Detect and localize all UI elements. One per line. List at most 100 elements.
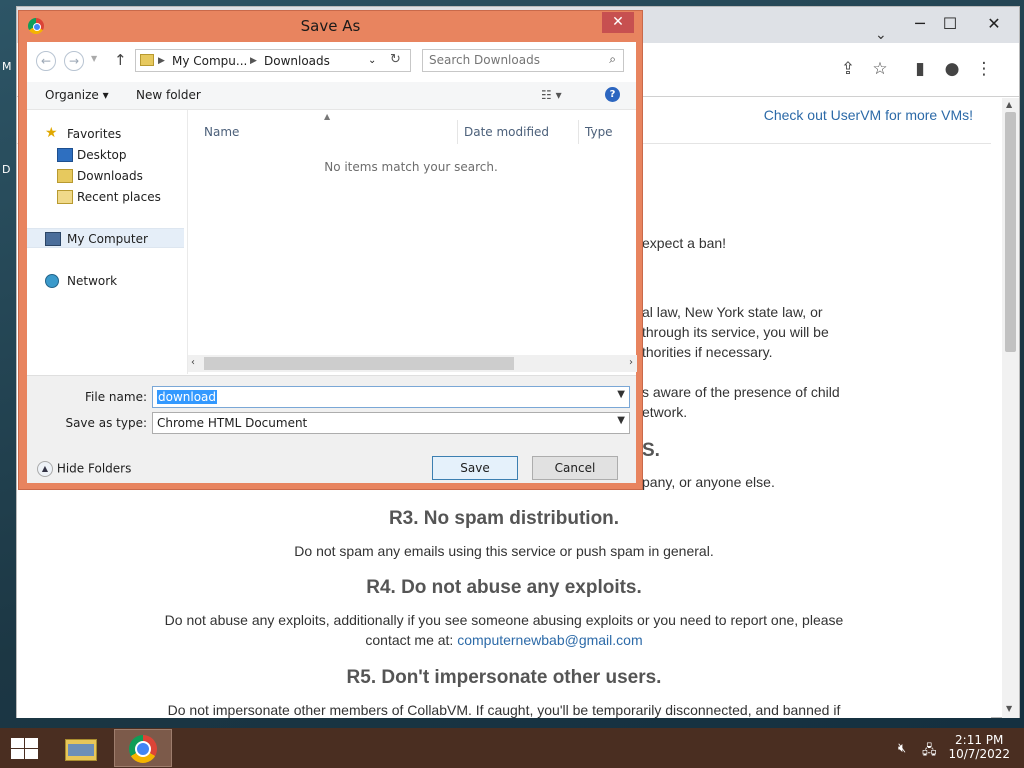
rule-text-r5: Do not impersonate other members of Coll… [167,702,841,718]
empty-message: No items match your search. [324,160,498,174]
horizontal-scrollbar[interactable]: ‹ › [188,355,637,372]
save-as-dialog: Save As ✕ ← → ▼ ↑ ▶ My Compu... ▶ Downlo… [18,10,643,490]
rule-text: etwork. [642,404,688,420]
dialog-body: ← → ▼ ↑ ▶ My Compu... ▶ Downloads ⌄ ↻ ⌕ … [27,42,637,483]
breadcrumb-downloads[interactable]: Downloads [264,54,330,68]
network-status-icon[interactable]: 🖧︎ [922,741,937,763]
rule-text: expect a ban! [642,235,727,251]
dialog-title: Save As [300,17,361,35]
column-divider[interactable] [457,120,458,144]
share-icon[interactable]: ⇪ [836,57,860,81]
address-bar[interactable]: ▶ My Compu... ▶ Downloads ⌄ ↻ [135,49,411,72]
menu-icon[interactable]: ⋮ [972,57,996,81]
rule-text-r3: Do not spam any emails using this servic… [294,543,714,559]
chevron-down-icon[interactable]: ▼ [617,389,625,400]
save-as-type-label: Save as type: [65,416,147,430]
nav-downloads[interactable]: Downloads [27,166,184,186]
side-panel-icon[interactable]: ▮ [908,57,932,81]
recent-places-icon [57,190,73,204]
clock[interactable]: 2:11 PM 10/7/2022 [948,733,1010,761]
scroll-left-icon[interactable]: ‹ [191,357,195,368]
rule-heading-r5: R5. Don't impersonate other users. [346,667,662,688]
rule-heading-r3: R3. No spam distribution. [388,508,620,529]
help-icon[interactable]: ? [605,87,620,102]
search-input[interactable] [429,53,599,67]
sort-arrow-icon: ▲ [324,112,331,121]
maximize-button[interactable]: ☐ [935,13,965,35]
volume-muted-icon[interactable]: 🔇︎ [898,741,906,756]
nav-desktop[interactable]: Desktop [27,145,184,165]
cancel-button[interactable]: Cancel [532,456,618,480]
search-box[interactable]: ⌕ [422,49,624,72]
dialog-close-button[interactable]: ✕ [602,12,634,33]
save-button[interactable]: Save [432,456,518,480]
nav-label: Downloads [77,169,143,183]
scroll-thumb[interactable] [1005,112,1016,352]
search-icon[interactable]: ⌕ [609,52,616,67]
column-header-date-modified[interactable]: Date modified [464,125,549,139]
hide-folders-label: Hide Folders [56,461,132,476]
nav-network[interactable]: Network [27,271,184,291]
hide-folders-button[interactable]: ▲ Hide Folders [37,461,131,477]
file-list: ▲ Name Date modified Type No items match… [187,110,637,374]
bookmark-star-icon[interactable]: ☆ [868,57,892,81]
collapse-arrow-icon: ▲ [37,461,53,477]
view-options-icon[interactable]: ☷ ▾ [541,88,562,102]
scroll-down-icon[interactable]: ▼ [1006,704,1012,713]
desktop-icon-label[interactable]: M [2,60,12,73]
uservm-link[interactable]: Check out UserVM for more VMs! [764,107,973,123]
up-button[interactable]: ↑ [114,51,127,69]
column-header-name[interactable]: Name [204,125,239,139]
organize-button[interactable]: Organize ▾ [45,88,109,102]
folder-icon [140,54,154,66]
rule-heading-r4: R4. Do not abuse any exploits. [366,577,642,598]
contact-prefix: contact me at: [365,632,458,648]
close-button[interactable]: ✕ [979,13,1009,35]
rule-text-r4: Do not abuse any exploits, additionally … [164,612,844,628]
nav-label: Network [67,274,118,288]
breadcrumb-separator-icon[interactable]: ▶ [158,56,165,66]
taskbar: 🔇︎ 🖧︎ 2:11 PM 10/7/2022 [0,728,1024,768]
save-as-type-select[interactable]: Chrome HTML Document ▼ [152,412,630,434]
rule-text: al law, New York state law, or [642,304,823,320]
nav-favorites[interactable]: ★ Favorites [27,124,184,144]
chevron-down-icon[interactable]: ▼ [617,415,625,426]
column-divider[interactable] [578,120,579,144]
navigation-pane: ★ Favorites Desktop Downloads Recent pla… [27,110,186,374]
nav-recent-places[interactable]: Recent places [27,187,184,207]
save-as-type-value: Chrome HTML Document [157,416,308,430]
address-dropdown-icon[interactable]: ⌄ [368,55,376,66]
file-name-value[interactable]: download [157,390,218,404]
clock-date: 10/7/2022 [948,747,1010,761]
horizontal-scroll-thumb[interactable] [204,357,514,370]
scroll-right-icon[interactable]: › [629,357,633,368]
scroll-up-icon[interactable]: ▲ [1006,100,1012,109]
back-button[interactable]: ← [36,51,56,71]
refresh-icon[interactable]: ↻ [390,52,401,67]
breadcrumb-separator-icon[interactable]: ▶ [250,56,257,66]
nav-label: My Computer [67,232,148,246]
nav-my-computer[interactable]: My Computer [27,228,184,248]
file-name-field[interactable]: download ▼ [152,386,630,408]
nav-label: Recent places [77,190,161,204]
minimize-button[interactable]: ─ [905,13,935,35]
column-header-type[interactable]: Type [585,125,613,139]
email-link[interactable]: computernewbab@gmail.com [457,632,642,648]
tab-search-icon[interactable]: ⌄ [875,27,887,43]
chrome-taskbar-button[interactable] [114,729,172,767]
file-explorer-taskbar-icon[interactable] [58,730,104,766]
folder-contents-icon [68,744,94,756]
command-bar: Organize ▾ New folder ☷ ▾ ? [27,82,636,110]
profile-icon[interactable]: ● [940,57,964,81]
rule-text: through its service, you will be [642,324,829,340]
start-button[interactable] [8,737,38,759]
breadcrumb-my-computer[interactable]: My Compu... [172,54,247,68]
downloads-folder-icon [57,169,73,183]
nav-label: Desktop [77,148,127,162]
new-folder-button[interactable]: New folder [136,88,201,102]
recent-locations-icon[interactable]: ▼ [91,54,97,63]
desktop-icon-label[interactable]: D [2,163,10,176]
forward-button[interactable]: → [64,51,84,71]
computer-icon [45,232,61,246]
page-scrollbar[interactable]: ▲ ▼ [1002,98,1019,718]
